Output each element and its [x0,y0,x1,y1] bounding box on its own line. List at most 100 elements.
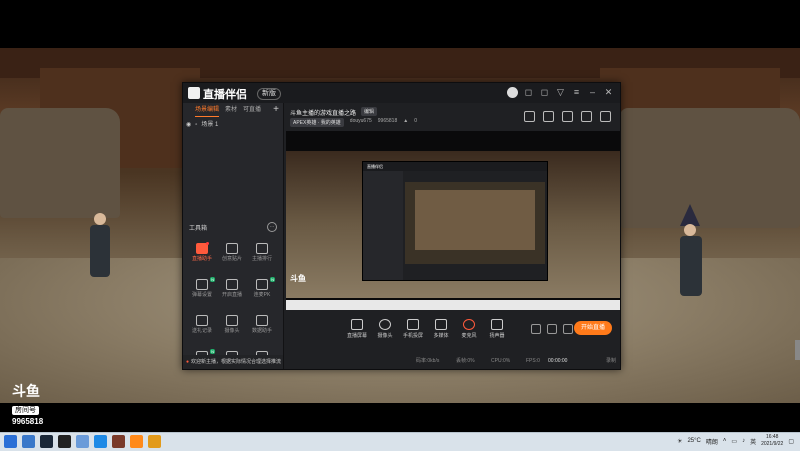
fps-text: FPS:0 [526,358,540,364]
mirror-icon[interactable] [547,324,557,334]
notice-bar[interactable]: ● 欢迎新主播，根据实际情况合理选择推流 [183,355,283,369]
tool-item[interactable]: 直播助手 [187,241,217,271]
tool-item[interactable]: N 连麦PK [247,277,277,307]
start-icon[interactable] [4,435,17,448]
notification-icon[interactable]: ▢ [788,438,794,445]
settings-icon[interactable] [563,324,573,334]
camera-source-button[interactable]: 摄像头 [370,319,400,339]
source-controls: 直播屏幕 摄像头 手机投屏 多媒体 麦克风 扬声器 开始直播 [286,316,620,348]
minimize-icon[interactable]: – [587,87,598,98]
monitor-icon [351,319,363,330]
media-icon [435,319,447,330]
record-icon[interactable] [531,324,541,334]
record-label[interactable]: 录制 [606,355,616,368]
edge-icon[interactable] [22,435,35,448]
app-title-bar: 直播伴侣 新版 ◻ ◻ ▽ ≡ – ✕ [183,83,620,103]
add-scene-icon[interactable]: + [273,103,279,117]
language-indicator[interactable]: 英 [750,437,756,446]
close-icon[interactable]: ✕ [603,87,614,98]
browser-icon[interactable] [94,435,107,448]
room-id-text: 9965818 [377,118,398,124]
folder-icon[interactable] [76,435,89,448]
game-icon[interactable] [112,435,125,448]
eye-icon[interactable]: ◉ [186,120,191,130]
warning-icon: ● [186,359,190,365]
stream-meta: APEX英雄 · 我的英雄 douyu675 9965818 ▲ 0 [290,118,417,127]
rock-left [0,108,120,218]
clock-date: 2021/9/22 [761,441,784,447]
tool-icon [226,279,238,290]
tool-icon [226,243,238,254]
tool-item[interactable]: 摄像头 [217,313,247,343]
stream-preview[interactable]: 直播伴侣 斗鱼 [286,131,620,310]
tab-material[interactable]: 素材 [225,103,237,117]
douyu-watermark: 斗鱼 房间号 9965818 [12,383,58,427]
weather-desc: 晴朗 [705,439,718,446]
live-app-icon[interactable] [130,435,143,448]
tool-item[interactable]: 主播排行 [247,241,277,271]
nested-app-preview: 直播伴侣 [362,161,548,281]
tool-item[interactable]: N 弹幕设置 [187,277,217,307]
douyu-app-icon[interactable] [148,435,161,448]
edit-title-button[interactable]: 编辑 [361,107,378,116]
copy-icon[interactable] [562,111,573,122]
store-icon[interactable] [524,111,535,122]
scene-name: 场景 1 [201,122,219,128]
start-stream-button[interactable]: 开始直播 [574,321,612,335]
stream-info: 斗鱼主播的游戏直播之路 编辑 APEX英雄 · 我的英雄 douyu675 99… [287,105,617,129]
network-icon[interactable]: ▭ [731,438,737,445]
gift-icon[interactable]: ◻ [539,87,550,98]
tab-live[interactable]: 可直播 [243,103,261,117]
preview-tools [531,324,573,334]
toolbox-more-icon[interactable]: ⋯ [267,222,277,232]
heat-icon: ▲ [403,118,409,124]
message-icon[interactable]: ◻ [523,87,534,98]
tool-item[interactable]: 开启直播 [217,277,247,307]
obs-icon[interactable] [58,435,71,448]
side-scroll-handle[interactable] [795,340,800,360]
nested-app-title: 直播伴侣 [363,162,547,171]
taskbar-apps [4,435,161,448]
weather-icon[interactable]: ☀ [677,438,682,445]
version-badge[interactable]: 新版 [257,88,281,100]
menu-icon[interactable]: ≡ [571,87,582,98]
stream-title: 斗鱼主播的游戏直播之路 [290,111,357,117]
steam-icon[interactable] [40,435,53,448]
scene-list-item[interactable]: ◉ ▫ 场景 1 [186,120,280,130]
weather-temp[interactable]: 25°C [687,438,700,444]
nested-app-preview-area [405,182,545,264]
streaming-app-window: 直播伴侣 新版 ◻ ◻ ▽ ≡ – ✕ 场景编辑 素材 可直播 + ◉ ▫ 场景… [182,82,621,370]
microphone-button[interactable]: 麦克风 [454,319,484,339]
preview-scene: 直播伴侣 斗鱼 [286,151,620,298]
lock-icon[interactable]: ▫ [195,120,197,130]
tool-item[interactable]: 数据助手 [247,313,277,343]
clock-time: 16:48 [765,434,779,440]
clock[interactable]: 16:48 2021/9/22 [761,434,783,448]
tool-item[interactable]: 送礼记录 [187,313,217,343]
tab-scene[interactable]: 场景编辑 [195,103,220,117]
screen-source-button[interactable]: 直播屏幕 [342,319,372,339]
sidebar-tabs: 场景编辑 素材 可直播 [183,103,283,117]
lock-icon[interactable] [543,111,554,122]
tray-chevron-icon[interactable]: ˄ [723,438,727,444]
heat-value: 0 [414,118,417,124]
bell-icon[interactable] [581,111,592,122]
preview-taskbar [286,300,620,310]
phone-cast-button[interactable]: 手机投屏 [398,319,428,339]
app-logo-icon [188,87,200,99]
user-avatar[interactable] [507,87,518,98]
cpu-text: CPU:0% [491,358,511,364]
shield-icon[interactable]: ▽ [555,87,566,98]
camera-icon [379,319,391,330]
room-number: 9965818 [12,417,44,426]
tool-item[interactable]: 创意贴片 [217,241,247,271]
share-icon[interactable] [600,111,611,122]
douyu-logo: 斗鱼 [12,383,40,399]
category-badge[interactable]: APEX英雄 · 我的英雄 [290,118,344,127]
notice-text: 欢迎新主播，根据实际情况合理选择推流 [191,359,282,365]
volume-icon[interactable]: ♪ [742,438,745,444]
speaker-button[interactable]: 扬声器 [482,319,512,339]
drop-text: 丢帧:0% [456,358,475,364]
preview-watermark: 斗鱼 [290,274,306,283]
media-source-button[interactable]: 多媒体 [426,319,456,339]
